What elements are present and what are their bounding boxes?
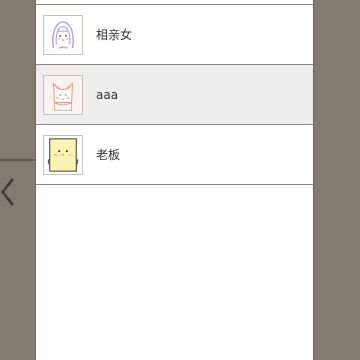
contact-name: 老板: [96, 148, 121, 162]
contact-name: 相亲女: [96, 28, 133, 42]
cat-avatar-icon: [43, 74, 83, 115]
contact-name: aaa: [96, 87, 119, 102]
contact-panel: 相亲女 aaa 老板: [35, 0, 314, 360]
contact-row[interactable]: aaa: [36, 65, 313, 125]
contact-list: 相亲女 aaa 老板: [36, 4, 313, 185]
back-arrow-icon[interactable]: [0, 176, 16, 208]
contact-row[interactable]: 老板: [36, 125, 313, 185]
background-divider: [0, 159, 36, 161]
screen: 相亲女 aaa 老板: [0, 0, 360, 360]
girl-avatar-icon: [43, 14, 83, 55]
contact-row[interactable]: 相亲女: [36, 5, 313, 65]
chick-avatar-icon: [43, 134, 83, 175]
